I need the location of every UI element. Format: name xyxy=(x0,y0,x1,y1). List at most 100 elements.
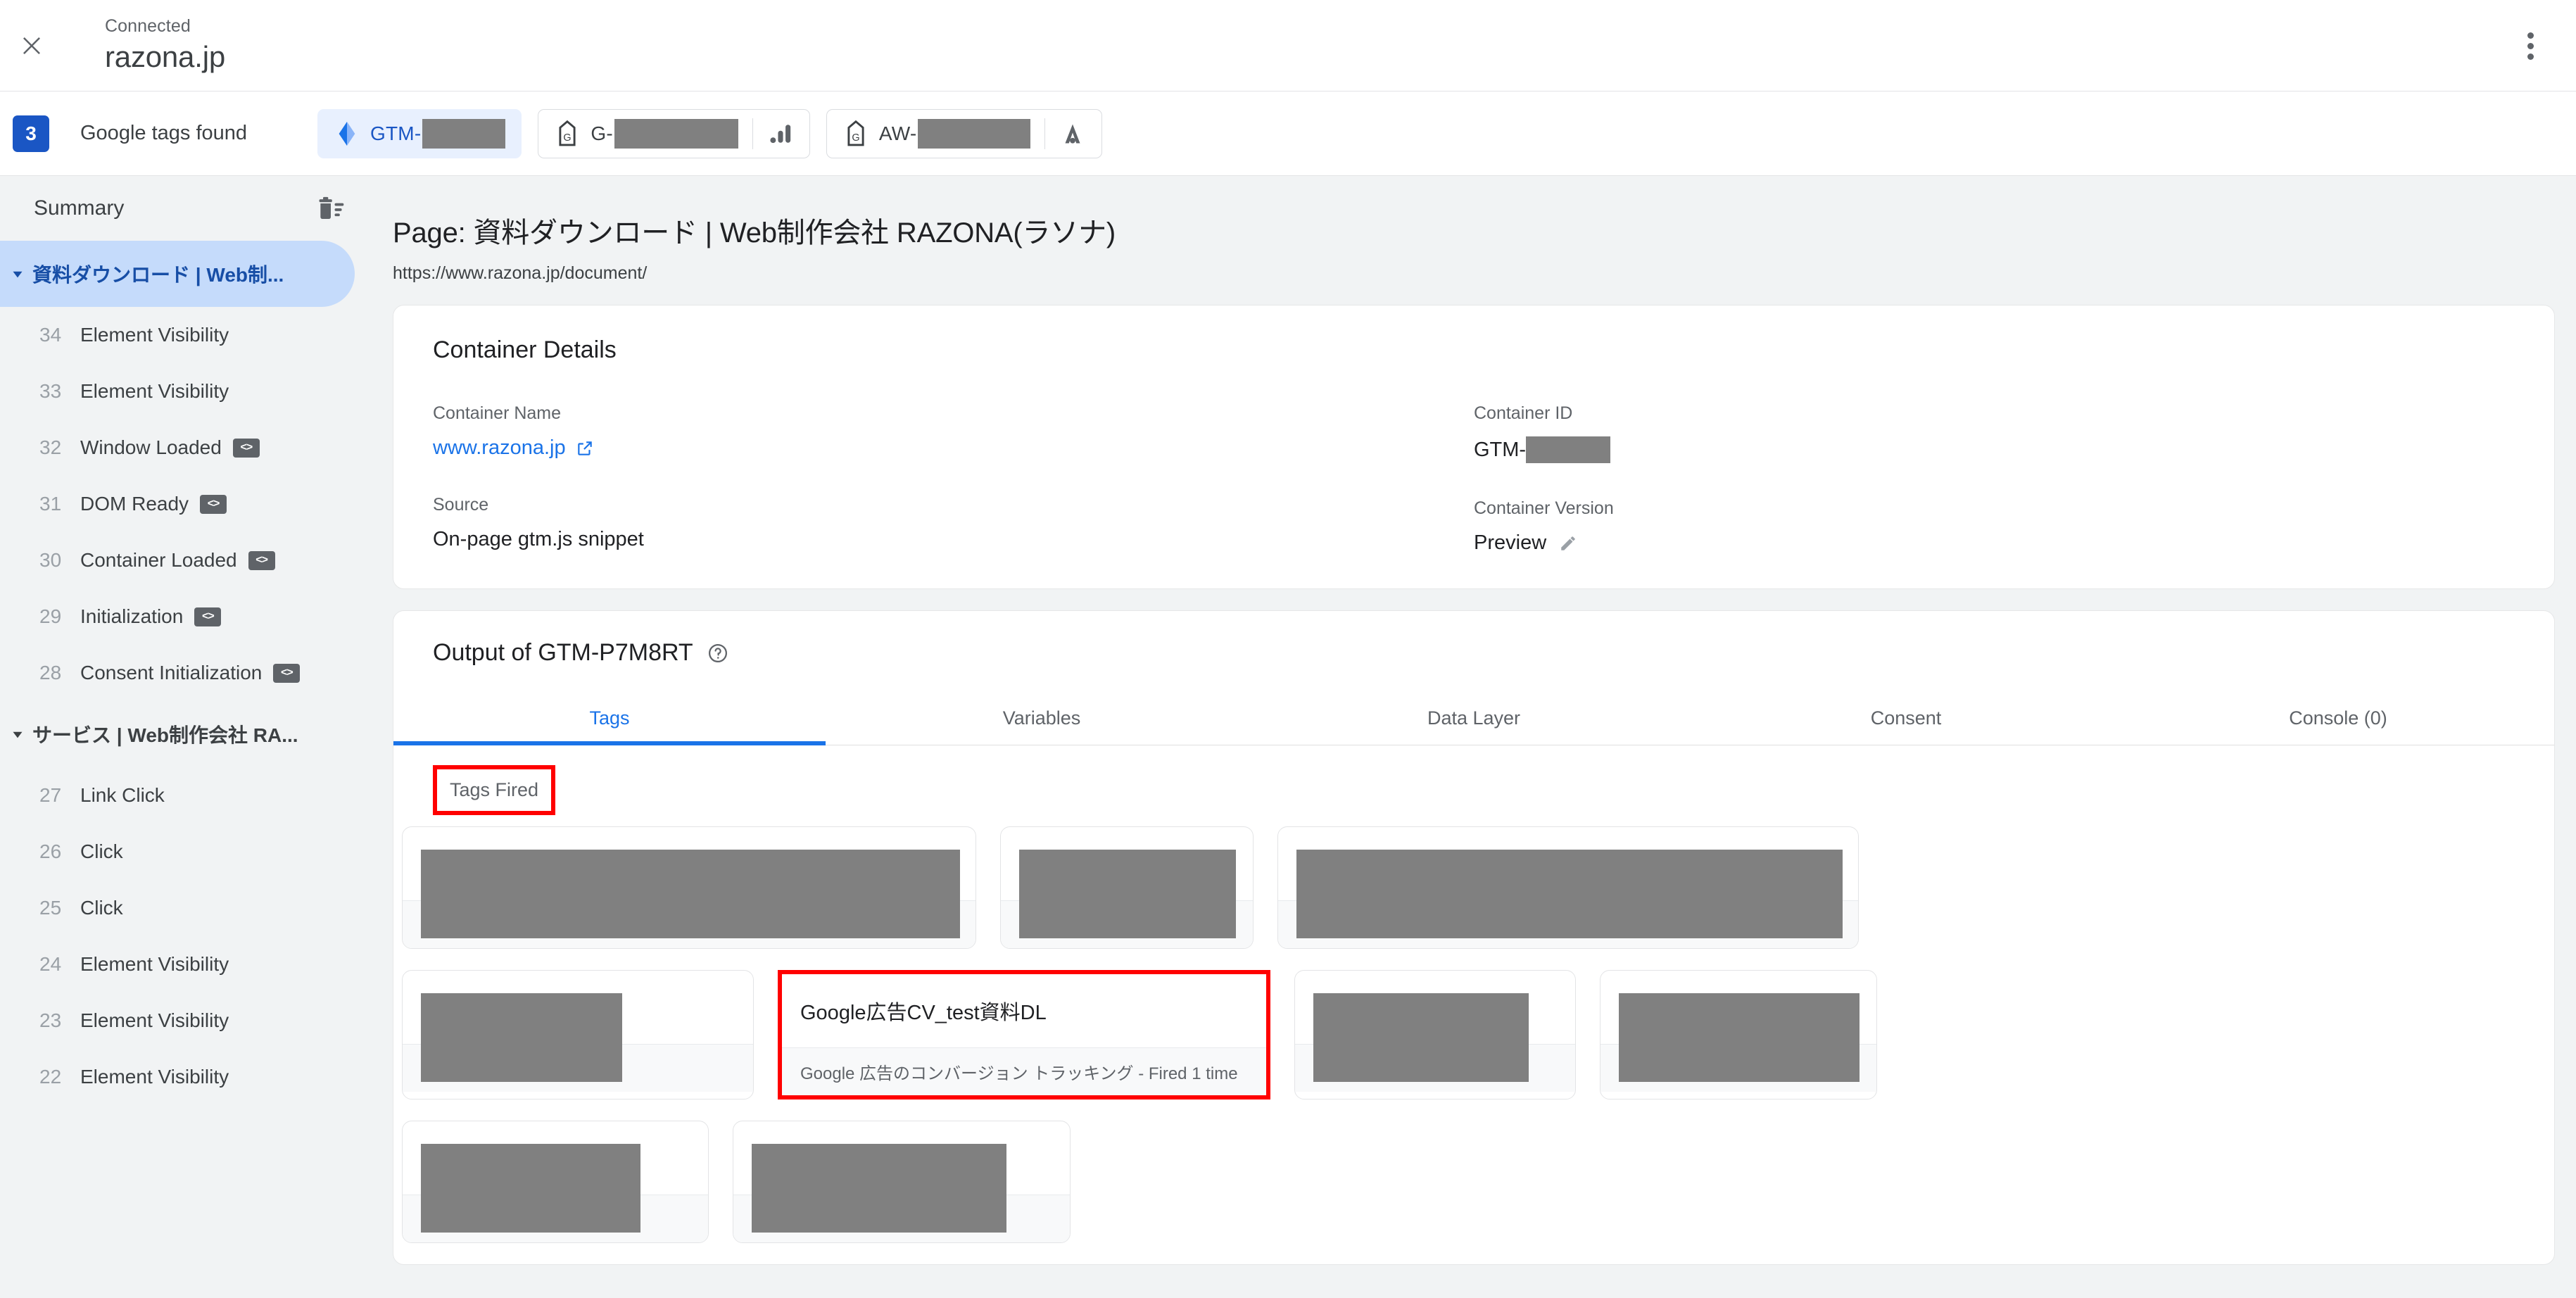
chip-divider xyxy=(1044,118,1046,149)
main-content: Page: 資料ダウンロード | Web制作会社 RAZONA(ラソナ) htt… xyxy=(380,176,2576,1298)
sidebar-group-header[interactable]: 資料ダウンロード | Web制... xyxy=(0,241,355,307)
fired-tag-row: Google広告CV_test資料DL Google 広告のコンバージョン トラッ… xyxy=(402,970,2515,1099)
redaction-mask xyxy=(1526,436,1611,463)
sidebar-event-item[interactable]: 31 DOM Ready <> xyxy=(0,476,380,532)
code-badge-icon: <> xyxy=(273,663,301,683)
container-version-value: Preview xyxy=(1474,531,2515,555)
fired-tag-card[interactable] xyxy=(402,1121,709,1243)
fired-tag-card[interactable] xyxy=(1294,970,1576,1099)
code-badge-icon: <> xyxy=(232,438,260,458)
caret-down-icon[interactable] xyxy=(6,262,30,286)
event-number: 28 xyxy=(39,662,62,683)
container-details-right-column: Container ID GTM- Container Version Prev… xyxy=(1474,403,2515,555)
event-number: 26 xyxy=(39,840,62,862)
container-id-prefix: GTM- xyxy=(1474,438,1527,461)
fired-tag-row xyxy=(402,826,2515,949)
redaction-mask xyxy=(1619,993,1860,1082)
container-name-label: Container Name xyxy=(433,403,562,423)
tags-found-count: 3 xyxy=(13,115,49,152)
event-name: Click xyxy=(80,897,123,919)
sidebar-event-item[interactable]: 33 Element Visibility xyxy=(0,363,380,420)
event-number: 34 xyxy=(39,324,62,346)
code-badge-icon: <> xyxy=(200,494,227,514)
tab-consent[interactable]: Consent xyxy=(1690,691,2122,745)
close-icon[interactable] xyxy=(11,25,53,67)
tag-chip-ga4-prefix: G- xyxy=(591,122,613,144)
event-name: Window Loaded xyxy=(80,436,222,458)
redaction-mask xyxy=(1313,993,1529,1082)
sidebar-event-item[interactable]: 27 Link Click xyxy=(0,767,380,824)
event-number: 23 xyxy=(39,1009,62,1031)
sidebar-event-item[interactable]: 30 Container Loaded <> xyxy=(0,532,380,588)
svg-text:G: G xyxy=(564,132,572,144)
sidebar-event-item[interactable]: 34 Element Visibility xyxy=(0,307,380,363)
help-circle-icon[interactable] xyxy=(707,643,728,664)
chip-divider xyxy=(752,118,753,149)
event-number: 31 xyxy=(39,493,62,515)
sidebar-event-item[interactable]: 23 Element Visibility xyxy=(0,993,380,1049)
fired-tag-card-highlighted[interactable]: Google広告CV_test資料DL Google 広告のコンバージョン トラッ… xyxy=(778,970,1270,1099)
tab-tags[interactable]: Tags xyxy=(393,691,826,745)
caret-down-icon[interactable] xyxy=(6,722,30,746)
redaction-mask xyxy=(421,993,622,1082)
google-tag-icon: G xyxy=(554,119,581,149)
event-number: 25 xyxy=(39,897,62,919)
event-name: DOM Ready xyxy=(80,493,189,515)
event-sidebar[interactable]: Summary 資料ダウンロード | Web制... 34 Element Visi… xyxy=(0,176,380,1298)
google-tags-found-bar: 3 Google tags found GTM- G G- G AW- xyxy=(0,92,2576,176)
google-ads-icon xyxy=(1059,119,1086,149)
sidebar-event-item[interactable]: 29 Initialization <> xyxy=(0,588,380,645)
tag-chip-ads[interactable]: G AW- xyxy=(826,108,1103,158)
summary-row[interactable]: Summary xyxy=(0,176,380,241)
fired-tag-row xyxy=(402,1121,2515,1243)
sidebar-group-title: 資料ダウンロード | Web制... xyxy=(32,264,284,286)
tags-fired-section: Tags Fired xyxy=(393,745,2554,815)
output-header: Output of GTM-P7M8RT xyxy=(393,611,2554,667)
open-in-new-icon[interactable] xyxy=(576,439,594,458)
delete-sweep-icon[interactable] xyxy=(315,193,346,224)
event-number: 30 xyxy=(39,549,62,571)
fired-tag-card[interactable] xyxy=(1277,826,1859,949)
sidebar-event-item[interactable]: 28 Consent Initialization <> xyxy=(0,645,380,701)
sidebar-event-item[interactable]: 25 Click xyxy=(0,880,380,936)
fired-tag-card[interactable] xyxy=(1000,826,1254,949)
event-name: Container Loaded xyxy=(80,549,237,571)
redaction-mask xyxy=(421,1144,640,1233)
connection-info: Connected razona.jp xyxy=(105,15,225,75)
kebab-menu-icon[interactable] xyxy=(2508,24,2552,68)
fired-tag-card[interactable] xyxy=(733,1121,1071,1243)
tag-name: Google広告CV_test資料DL xyxy=(800,1002,1047,1024)
tag-chip-ga4[interactable]: G G- xyxy=(538,108,810,158)
redaction-mask xyxy=(752,1144,1006,1233)
sidebar-event-item[interactable]: 26 Click xyxy=(0,824,380,880)
sidebar-event-item[interactable]: 22 Element Visibility xyxy=(0,1049,380,1105)
event-name: Link Click xyxy=(80,784,165,806)
output-tabs[interactable]: Tags Variables Data Layer Consent Console (0… xyxy=(393,691,2554,745)
redaction-mask xyxy=(421,850,960,938)
fired-tag-card[interactable] xyxy=(402,970,754,1099)
sidebar-event-item[interactable]: 24 Element Visibility xyxy=(0,936,380,993)
container-name-value[interactable]: www.razona.jp xyxy=(433,436,1474,460)
tab-data-layer[interactable]: Data Layer xyxy=(1258,691,1690,745)
container-name-link[interactable]: www.razona.jp xyxy=(433,436,566,460)
container-details-left-column: Container Name www.razona.jp Source On-p… xyxy=(433,403,1474,555)
sidebar-event-item[interactable]: 32 Window Loaded <> xyxy=(0,420,380,476)
output-card: Output of GTM-P7M8RT Tags Variables Data L… xyxy=(393,610,2555,1265)
event-number: 27 xyxy=(39,784,62,806)
page-title: Page: 資料ダウンロード | Web制作会社 RAZONA(ラソナ) xyxy=(393,218,1116,248)
redaction-mask xyxy=(422,118,506,149)
tag-chip-gtm[interactable]: GTM- xyxy=(317,108,522,158)
fired-tag-grid: Google広告CV_test資料DL Google 広告のコンバージョン トラッ… xyxy=(393,815,2554,1243)
page-url: https://www.razona.jp/document/ xyxy=(393,263,648,283)
sidebar-group-title: サービス | Web制作会社 RA... xyxy=(32,724,298,746)
connected-domain: razona.jp xyxy=(105,40,225,74)
fired-tag-card[interactable] xyxy=(1600,970,1877,1099)
tab-variables[interactable]: Variables xyxy=(826,691,1258,745)
fired-tag-card[interactable] xyxy=(402,826,976,949)
output-title: Output of GTM-P7M8RT xyxy=(433,639,693,666)
tag-chip-gtm-prefix: GTM- xyxy=(370,122,422,144)
tab-console-0[interactable]: Console (0) xyxy=(2122,691,2554,745)
code-badge-icon: <> xyxy=(248,550,275,570)
sidebar-group-header[interactable]: サービス | Web制作会社 RA... xyxy=(0,701,380,767)
pencil-icon[interactable] xyxy=(1559,534,1577,553)
